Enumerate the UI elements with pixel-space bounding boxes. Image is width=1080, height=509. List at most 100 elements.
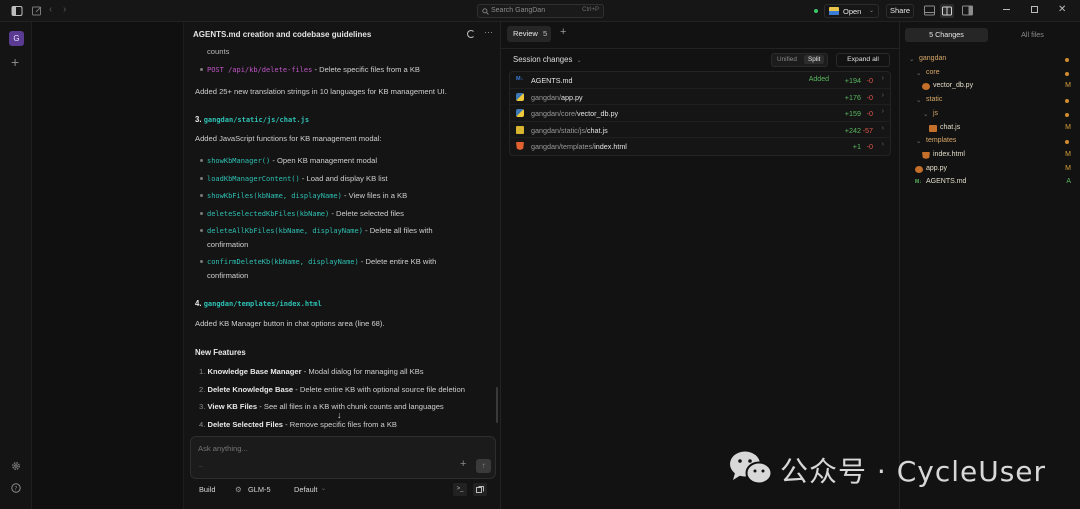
changes-dot [1065,71,1069,76]
attach-plus-icon[interactable]: + [460,458,466,470]
file-name: chat.js [586,125,608,135]
chevron-right-icon: › [881,124,884,132]
file-status: Added [808,76,829,83]
function-text: - Delete selected files [331,209,404,218]
markdown-icon: M↓ [516,76,524,82]
back-icon[interactable]: ‹ [49,4,61,16]
file-path: gangdan/static/js/chat.js [531,125,608,135]
workspace-avatar[interactable]: G [9,31,24,46]
file-path: gangdan/templates/index.html [531,142,627,151]
maximize-icon[interactable] [1031,6,1038,13]
copy-icon[interactable] [473,483,487,496]
html-icon [516,142,524,150]
file-tree-icon[interactable] [962,5,974,17]
tree-folder-js[interactable]: ⌄ js [900,108,1080,122]
review-tab[interactable]: Review 5 [507,26,551,42]
function-text: - Load and display KB list [301,174,388,183]
tree-folder-core[interactable]: ⌄ core [900,67,1080,81]
review-panel-icon[interactable] [940,4,954,18]
forward-icon[interactable]: › [63,4,75,16]
panel-toggle-icon[interactable] [924,5,936,17]
add-workspace-icon[interactable]: + [11,54,19,70]
terminal-icon[interactable]: >_ [453,483,467,496]
section-path[interactable]: gangdan/static/js/chat.js [204,116,309,124]
function-text-cont: confirmation [207,240,249,249]
expand-all-button[interactable]: Expand all [836,53,890,67]
add-tab-icon[interactable]: + [560,26,566,38]
help-icon[interactable]: ? [11,483,21,493]
feature-item: 3. View KB Files - See all files in a KB… [199,401,444,412]
settings-gear-icon[interactable] [11,461,21,471]
feature-name: View KB Files [207,402,258,411]
changed-file-row[interactable]: gangdan/templates/index.html +1 -0 › [510,138,890,155]
lines-added: +176 [844,92,861,102]
function-text: - Delete entire KB with [360,257,437,266]
all-files-tab[interactable]: All files [1005,28,1060,42]
file-name: AGENTS.md [531,76,573,85]
open-in-button[interactable]: Open ⌄ [824,4,879,18]
file-name: app.py [560,92,583,102]
model-icon: ⚙ [235,485,242,494]
function-code: confirmDeleteKb(kbName, displayName) [207,258,359,266]
mode-selector[interactable]: Build [199,485,215,494]
bullet [200,229,203,232]
file-path: gangdan/app.py [531,92,583,102]
variant-selector[interactable]: Default [294,485,317,494]
changed-file-row[interactable]: gangdan/core/vector_db.py +159 -0 › [510,105,890,122]
changed-file-row[interactable]: gangdan/app.py +176 -0 › [510,89,890,105]
feature-name: Delete Selected Files [207,420,284,429]
feature-text: - Delete entire KB with optional source … [293,385,465,394]
lines-removed: -0 [866,142,873,151]
feature-text: - Remove specific files from a KB [283,420,397,429]
more-options-icon[interactable]: ··· [484,27,493,37]
tree-file-vector-db[interactable]: vector_db.py M [900,80,1080,94]
feature-item: 4. Delete Selected Files - Remove specif… [199,419,397,430]
new-session-icon[interactable] [31,5,43,17]
share-button[interactable]: Share [886,4,914,18]
changes-tab[interactable]: 5 Changes [905,28,988,42]
file-name: vector_db.py [576,109,619,118]
model-selector[interactable]: GLM-5 [248,485,271,494]
tree-file-app-py[interactable]: app.py M [900,163,1080,177]
tree-folder-static[interactable]: ⌄ static [900,94,1080,108]
minimize-icon[interactable] [1003,9,1010,10]
tree-file-index-html[interactable]: index.html M [900,149,1080,163]
lines-added: +159 [844,109,861,118]
section-path[interactable]: gangdan/templates/index.html [204,300,322,308]
function-code: loadKbManagerContent() [207,175,300,183]
html-icon [922,151,930,159]
session-title: AGENTS.md creation and codebase guidelin… [193,30,372,39]
unified-option[interactable]: Unified [777,56,797,63]
chevron-down-icon: ⌄ [916,97,922,105]
prompt-input[interactable] [198,444,448,453]
workspace-rail: G + ? [0,22,32,509]
search-box[interactable]: Search GangDan Ctrl+P [477,4,604,18]
session-changes-selector[interactable]: Session changes ⌄ [513,55,582,64]
send-arrow-icon[interactable]: ↑ [476,459,491,473]
feature-name: Delete Knowledge Base [207,385,294,394]
toggle-sidebar-icon[interactable] [11,5,23,17]
scroll-down-icon[interactable]: ↓ [337,410,342,420]
changes-dot [1065,58,1069,62]
function-text: - Open KB management modal [272,156,378,165]
changed-file-row[interactable]: gangdan/static/js/chat.js +242 -57 › [510,122,890,138]
feature-number: 2. [199,385,206,394]
tree-folder-templates[interactable]: ⌄ templates [900,135,1080,149]
api-item: POST /api/kb/delete-files - Delete speci… [207,64,420,76]
function-item: deleteSelectedKbFiles(kbName) - Delete s… [207,208,404,220]
status-dot [814,9,818,13]
bullet [200,194,203,197]
chevron-right-icon: › [881,75,884,82]
close-icon[interactable]: ✕ [1058,4,1070,16]
composer-hint: .. [199,462,203,469]
chat-scrollbar[interactable] [496,387,498,423]
watermark-text: 公众号 · CycleUser [780,455,1047,488]
tree-file-agents-md[interactable]: M↓ AGENTS.md A [900,176,1080,190]
tree-folder-gangdan[interactable]: ⌄ gangdan [900,53,1080,67]
feature-item: 1. Knowledge Base Manager - Modal dialog… [199,366,424,377]
function-item: showKbManager() - Open KB management mod… [207,155,377,167]
split-option[interactable]: Split [804,55,825,64]
changed-file-row[interactable]: M↓ AGENTS.md Added +194 -0 › [510,72,890,89]
tree-item-name: js [933,109,939,117]
tree-file-chat-js[interactable]: chat.js M [900,122,1080,136]
